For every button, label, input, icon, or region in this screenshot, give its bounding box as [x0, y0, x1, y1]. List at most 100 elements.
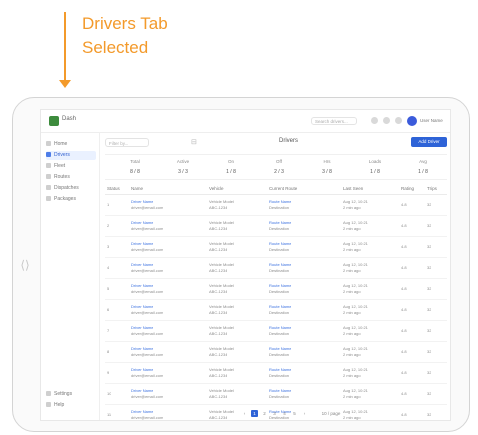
table-cell-sub: driver@email.com [131, 247, 164, 252]
table-cell[interactable]: Driver Name [131, 346, 153, 351]
page-button[interactable]: 5 [291, 410, 298, 417]
table-row[interactable]: 2 Driver Name driver@email.com Vehicle Mode… [105, 216, 447, 237]
table-cell[interactable]: Driver Name [131, 304, 153, 309]
search-input[interactable]: Search drivers... [311, 117, 357, 125]
table-cell[interactable]: Route Name [269, 346, 291, 351]
table-cell[interactable]: Route Name [269, 388, 291, 393]
table-cell[interactable]: Route Name [269, 283, 291, 288]
settings-icon[interactable] [383, 117, 390, 124]
column-header[interactable]: Trips [427, 186, 437, 191]
table-cell[interactable]: Driver Name [131, 241, 153, 246]
table-cell[interactable]: Driver Name [131, 388, 153, 393]
page-button[interactable]: 1 [251, 410, 258, 417]
table-cell: 6 [107, 307, 110, 312]
table-cell-sub: Destination [269, 268, 290, 273]
sidebar-item-packages[interactable]: Packages [46, 195, 96, 204]
table-row[interactable]: 9 Driver Name driver@email.com Vehicle Mode… [105, 363, 447, 384]
table-cell: 11 [107, 412, 112, 417]
table-cell: 8 [107, 349, 110, 354]
table-cell[interactable]: Route Name [269, 220, 291, 225]
table-cell-sub: ABC-1234 [209, 415, 228, 420]
sidebar-item-settings[interactable]: Settings [46, 390, 94, 398]
table-cell: Vehicle Model [209, 283, 234, 288]
table-row[interactable]: 8 Driver Name driver@email.com Vehicle Mode… [105, 342, 447, 363]
table-cell[interactable]: Driver Name [131, 199, 153, 204]
sidebar-item-drivers[interactable]: Drivers [46, 151, 96, 160]
sidebar-item-label: Fleet [54, 163, 66, 169]
page-button[interactable]: 4 [281, 410, 288, 417]
table-cell-sub: 2 min ago [343, 310, 361, 315]
table-cell: 4.8 [401, 349, 407, 354]
table-row[interactable]: 4 Driver Name driver@email.com Vehicle Mode… [105, 258, 447, 279]
column-header[interactable]: Vehicle [209, 186, 224, 191]
table-cell: 4.8 [401, 265, 407, 270]
next-page-button[interactable]: › [301, 410, 308, 417]
stat-item: Loads 1 / 8 [353, 158, 397, 176]
sidebar-item-home[interactable]: Home [46, 140, 96, 149]
table-cell: 32 [427, 412, 432, 417]
column-header[interactable]: Last Seen [343, 186, 363, 191]
table-cell: Aug 12, 10:21 [343, 199, 368, 204]
table-cell[interactable]: Driver Name [131, 325, 153, 330]
page-button[interactable]: 2 [261, 410, 268, 417]
package-icon [46, 195, 51, 201]
table-cell: 32 [427, 307, 432, 312]
table-cell[interactable]: Driver Name [131, 409, 153, 414]
stat-value: 2 / 3 [274, 169, 284, 175]
table-cell[interactable]: Route Name [269, 199, 291, 204]
sidebar-item-routes[interactable]: Routes [46, 173, 96, 182]
table-row[interactable]: 7 Driver Name driver@email.com Vehicle Mode… [105, 321, 447, 342]
top-bar: Dash Search drivers... User Name [41, 110, 450, 133]
column-header[interactable]: Status [107, 186, 120, 191]
avatar[interactable] [407, 116, 417, 126]
table-cell[interactable]: Driver Name [131, 220, 153, 225]
table-cell[interactable]: Route Name [269, 367, 291, 372]
table-cell[interactable]: Driver Name [131, 367, 153, 372]
sidebar-item-help[interactable]: Help [46, 401, 94, 409]
sidebar-item-label: Routes [54, 174, 70, 180]
table-cell: 2 [107, 223, 110, 228]
table-cell-sub: driver@email.com [131, 205, 164, 210]
table-cell[interactable]: Driver Name [131, 283, 153, 288]
sidebar-item-dispatches[interactable]: Dispatches [46, 184, 96, 193]
table-cell: Aug 12, 10:21 [343, 283, 368, 288]
column-header[interactable]: Current Route [269, 186, 297, 191]
table-cell[interactable]: Route Name [269, 241, 291, 246]
column-header[interactable]: Name [131, 186, 143, 191]
user-name[interactable]: User Name [420, 118, 443, 123]
table-cell[interactable]: Route Name [269, 304, 291, 309]
table-cell: Aug 12, 10:21 [343, 367, 368, 372]
add-driver-button[interactable]: Add Driver [411, 137, 447, 147]
help-icon[interactable] [395, 117, 402, 124]
stat-label: Loads [368, 159, 382, 164]
table-row[interactable]: 3 Driver Name driver@email.com Vehicle Mode… [105, 237, 447, 258]
table-cell[interactable]: Driver Name [131, 262, 153, 267]
table-cell: 1 [107, 202, 110, 207]
tablet-frame: ⟨⟩ Dash Search drivers... User Name Home… [12, 97, 470, 432]
page-button[interactable]: 3 [271, 410, 278, 417]
table-row[interactable]: 6 Driver Name driver@email.com Vehicle Mode… [105, 300, 447, 321]
table-cell-sub: ABC-1234 [209, 289, 228, 294]
table-cell: Aug 12, 10:21 [343, 388, 368, 393]
table-cell: Aug 12, 10:21 [343, 325, 368, 330]
column-header[interactable]: Rating [401, 186, 414, 191]
table-row[interactable]: 5 Driver Name driver@email.com Vehicle Mode… [105, 279, 447, 300]
filter-icon[interactable]: ⊟ [191, 138, 197, 147]
table-cell: 10 [107, 391, 112, 396]
sidebar-item-fleet[interactable]: Fleet [46, 162, 96, 171]
table-cell[interactable]: Route Name [269, 262, 291, 267]
page-size-select[interactable]: 10 / page [317, 410, 345, 417]
table-row[interactable]: 10 Driver Name driver@email.com Vehicle Mod… [105, 384, 447, 405]
drivers-table: Status Name Vehicle Current Route Last Seen R… [105, 184, 447, 420]
table-cell[interactable]: Route Name [269, 325, 291, 330]
filter-input[interactable]: Filter by... [105, 138, 149, 147]
truck-icon [46, 162, 51, 168]
notification-icon[interactable] [371, 117, 378, 124]
table-cell: 4.8 [401, 370, 407, 375]
stat-item: Hrs 3 / 8 [305, 158, 349, 176]
callout-text: Drivers Tab Selected [82, 12, 168, 60]
table-row[interactable]: 1 Driver Name driver@email.com Vehicle Mode… [105, 195, 447, 216]
table-cell-sub: ABC-1234 [209, 373, 228, 378]
sidebar-item-label: Home [54, 141, 68, 147]
prev-page-button[interactable]: ‹ [241, 410, 248, 417]
